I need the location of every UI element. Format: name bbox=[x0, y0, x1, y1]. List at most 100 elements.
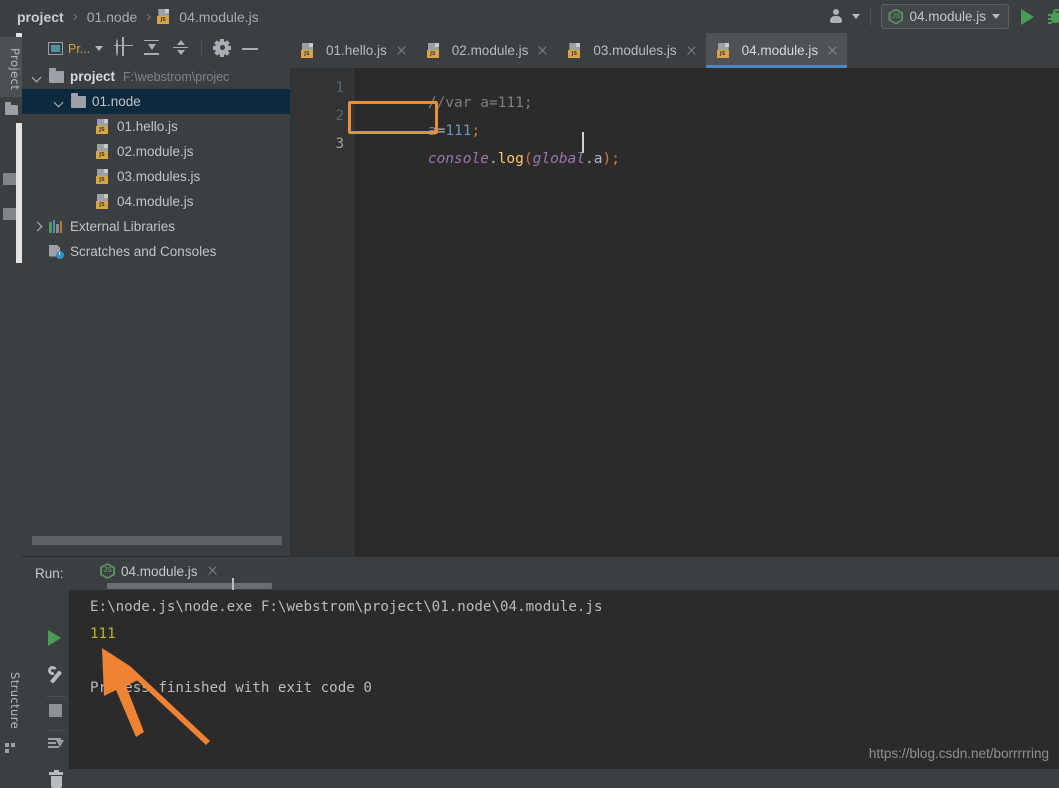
project-view-selector[interactable]: Pr... bbox=[48, 42, 104, 56]
collapse-all-icon[interactable] bbox=[143, 39, 161, 58]
chevron-right-icon[interactable] bbox=[32, 221, 43, 232]
editor-tab-04-module-js[interactable]: JS 04.module.js bbox=[705, 33, 848, 68]
top-right-toolbar: JS 04.module.js bbox=[829, 0, 1059, 33]
people-icon bbox=[829, 9, 846, 24]
run-tab[interactable]: JS 04.module.js bbox=[100, 563, 218, 579]
line-number: 2 bbox=[335, 108, 344, 124]
js-file-icon: JS bbox=[96, 169, 111, 184]
nodejs-icon: JS bbox=[888, 8, 904, 25]
close-icon[interactable] bbox=[206, 565, 218, 577]
code-paren-open: ( bbox=[523, 151, 533, 167]
structure-icon[interactable] bbox=[5, 743, 17, 754]
wrench-icon[interactable] bbox=[46, 664, 66, 685]
folder-icon[interactable] bbox=[5, 102, 18, 115]
left-tool-stripe: Project Structure bbox=[0, 33, 22, 769]
text-caret bbox=[582, 132, 584, 153]
run-icon[interactable] bbox=[48, 630, 61, 646]
editor-tab-label: 01.hello.js bbox=[326, 43, 387, 58]
line-number: 1 bbox=[335, 80, 344, 96]
libraries-icon bbox=[49, 220, 64, 233]
scratches-icon bbox=[49, 244, 64, 259]
tree-item-01-hello-js[interactable]: JS 01.hello.js bbox=[22, 114, 290, 139]
run-tab-scrollbar[interactable] bbox=[107, 583, 272, 589]
sidebar-tab-structure[interactable]: Structure bbox=[0, 663, 22, 735]
js-file-icon: JS bbox=[96, 194, 111, 209]
tool-glyph-icon[interactable] bbox=[3, 208, 16, 220]
chevron-down-icon[interactable] bbox=[54, 96, 65, 107]
folder-icon bbox=[49, 67, 64, 83]
scroll-to-end-icon[interactable] bbox=[48, 738, 64, 752]
editor-gutter: 1 2 3 bbox=[290, 68, 354, 557]
project-horizontal-scrollbar[interactable] bbox=[32, 536, 282, 545]
user-menu-button[interactable] bbox=[829, 9, 861, 24]
folder-icon bbox=[71, 92, 86, 108]
editor-tab-label: 02.module.js bbox=[451, 43, 529, 58]
tree-item-04-module-js[interactable]: JS 04.module.js bbox=[22, 189, 290, 214]
run-tool-buttons bbox=[44, 590, 68, 788]
tree-item-01-node[interactable]: 01.node bbox=[22, 89, 290, 114]
tree-item-label: External Libraries bbox=[70, 219, 176, 234]
breadcrumb-item-node[interactable]: 01.node bbox=[84, 9, 141, 25]
code-dot: . bbox=[488, 151, 498, 167]
run-tab-label: 04.module.js bbox=[121, 563, 198, 579]
chevron-down-icon bbox=[95, 46, 104, 51]
tool-glyph-icon[interactable] bbox=[3, 173, 16, 185]
tree-item-path: F:\webstrom\projec bbox=[123, 69, 230, 84]
project-panel: Pr... project F:\webstrom\projec 01.node… bbox=[22, 33, 290, 557]
close-icon[interactable] bbox=[826, 45, 838, 57]
project-toolbar: Pr... bbox=[22, 33, 290, 64]
run-panel-label: Run: bbox=[35, 566, 64, 581]
sidebar-tab-project[interactable]: Project bbox=[0, 37, 22, 97]
tree-item-scratches-and-consoles[interactable]: Scratches and Consoles bbox=[22, 239, 290, 264]
nodejs-icon: JS bbox=[100, 563, 115, 579]
run-panel-header: Run: JS 04.module.js bbox=[22, 558, 1059, 591]
editor-tabs: JS 01.hello.js JS 02.module.js JS 03.mod… bbox=[290, 33, 1059, 68]
divider bbox=[870, 7, 872, 26]
stop-icon[interactable] bbox=[49, 704, 62, 717]
tree-item-label: project bbox=[70, 69, 116, 84]
expand-all-icon[interactable] bbox=[172, 39, 190, 58]
project-tree[interactable]: project F:\webstrom\projec 01.node JS 01… bbox=[22, 64, 290, 534]
close-icon[interactable] bbox=[685, 45, 697, 57]
editor-tab-02-module-js[interactable]: JS 02.module.js bbox=[416, 33, 558, 68]
tree-item-label: 02.module.js bbox=[117, 144, 194, 159]
breadcrumb-separator: › bbox=[72, 8, 78, 25]
run-configuration-name: 04.module.js bbox=[909, 9, 986, 24]
tree-item-label: 01.node bbox=[92, 94, 141, 109]
editor-tab-03-modules-js[interactable]: JS 03.modules.js bbox=[557, 33, 705, 68]
divider bbox=[46, 730, 66, 731]
tree-item-project[interactable]: project F:\webstrom\projec bbox=[22, 64, 290, 89]
minimize-icon[interactable] bbox=[242, 40, 260, 58]
run-icon[interactable] bbox=[1021, 8, 1034, 25]
editor-tab-01-hello-js[interactable]: JS 01.hello.js bbox=[290, 33, 416, 68]
console-command: E:\node.js\node.exe F:\webstrom\project\… bbox=[90, 599, 603, 615]
code-line-3: console.log(global.a); bbox=[358, 135, 620, 183]
editor-area: JS 01.hello.js JS 02.module.js JS 03.mod… bbox=[290, 33, 1059, 557]
line-number: 3 bbox=[335, 136, 344, 152]
watermark: https://blog.csdn.net/borrrrring bbox=[868, 746, 1049, 761]
tree-item-03-modules-js[interactable]: JS 03.modules.js bbox=[22, 164, 290, 189]
crosshair-target-icon[interactable] bbox=[114, 38, 132, 58]
code-paren-close: ) bbox=[602, 151, 612, 167]
tree-item-external-libraries[interactable]: External Libraries bbox=[22, 214, 290, 239]
chevron-down-icon[interactable] bbox=[32, 71, 43, 82]
tree-item-02-module-js[interactable]: JS 02.module.js bbox=[22, 139, 290, 164]
tree-item-label: 01.hello.js bbox=[117, 119, 178, 134]
editor-tab-label: 03.modules.js bbox=[593, 43, 677, 58]
trash-icon[interactable] bbox=[49, 770, 63, 788]
close-icon[interactable] bbox=[395, 45, 407, 57]
top-bar: project › 01.node › JS 04.module.js JS 0… bbox=[0, 0, 1059, 33]
js-file-icon: JS bbox=[568, 43, 583, 58]
breadcrumb-item-file[interactable]: 04.module.js bbox=[176, 9, 261, 25]
debug-bug-icon[interactable] bbox=[1048, 8, 1059, 25]
code-object-console: console bbox=[427, 151, 489, 167]
close-icon[interactable] bbox=[536, 45, 548, 57]
run-configuration-selector[interactable]: JS 04.module.js bbox=[881, 4, 1009, 29]
chevron-down-icon bbox=[992, 14, 1000, 19]
js-file-icon: JS bbox=[426, 43, 442, 58]
divider bbox=[22, 556, 290, 557]
code-content[interactable]: //var a=111; a=111; console.log(global.a… bbox=[348, 68, 1059, 557]
gear-icon[interactable] bbox=[213, 38, 232, 58]
breadcrumb-item-project[interactable]: project bbox=[14, 9, 67, 25]
webstorm-window: project › 01.node › JS 04.module.js JS 0… bbox=[0, 0, 1059, 788]
